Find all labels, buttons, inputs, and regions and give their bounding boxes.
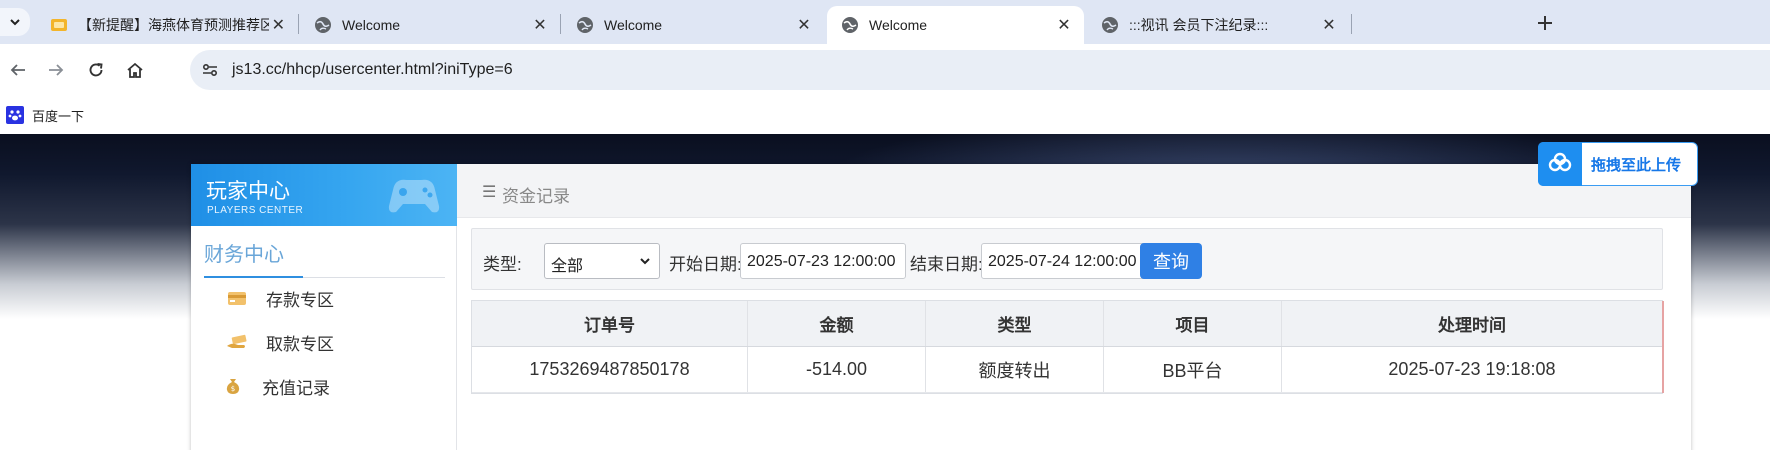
svg-text:$: $	[231, 385, 235, 393]
sidebar-item-label: 取款专区	[266, 334, 334, 354]
table-row[interactable]: 1753269487850178 -514.00 额度转出 BB平台 2025-…	[472, 347, 1662, 393]
sidebar-item-deposit[interactable]: 存款专区	[226, 285, 334, 311]
column-header-item[interactable]: 项目	[1104, 301, 1282, 346]
sidebar-header: 玩家中心 PLAYERS CENTER	[191, 164, 457, 226]
cell-time: 2025-07-23 19:18:08	[1388, 359, 1556, 379]
tab-3-active[interactable]: Welcome ✕	[827, 6, 1084, 44]
globe-icon	[841, 16, 859, 34]
home-icon	[127, 62, 143, 78]
close-icon[interactable]: ✕	[1319, 15, 1339, 35]
tab-bar: 【新提醒】海燕体育预测推荐区 ✕ Welcome ✕ Welcome ✕ Wel…	[0, 0, 1770, 44]
baidu-paw-icon	[6, 106, 24, 124]
column-header-time[interactable]: 处理时间	[1282, 301, 1662, 346]
close-icon[interactable]: ✕	[1054, 15, 1074, 35]
browser-toolbar: js13.cc/hhcp/usercenter.html?iniType=6	[0, 44, 1770, 96]
gamepad-icon	[388, 179, 440, 213]
sidebar-section-title: 财务中心	[204, 244, 284, 266]
type-label: 类型:	[483, 255, 522, 274]
tab-title: 【新提醒】海燕体育预测推荐区	[78, 17, 269, 33]
close-icon[interactable]: ✕	[269, 15, 288, 35]
reload-icon	[89, 63, 103, 77]
address-bar[interactable]: js13.cc/hhcp/usercenter.html?iniType=6	[190, 50, 1770, 90]
close-icon[interactable]: ✕	[794, 15, 814, 35]
forward-button[interactable]	[42, 56, 70, 84]
globe-icon	[314, 16, 332, 34]
chevron-down-icon	[10, 19, 20, 26]
plus-icon	[1538, 16, 1552, 30]
content-header: ☰ 资金记录	[457, 164, 1691, 218]
bookmarks-bar: 百度一下	[0, 96, 1770, 134]
url-text: js13.cc/hhcp/usercenter.html?iniType=6	[232, 61, 513, 78]
cell-order-no: 1753269487850178	[472, 347, 748, 392]
hand-cash-icon	[226, 333, 248, 351]
arrow-right-icon	[49, 64, 64, 76]
column-header-type[interactable]: 类型	[926, 301, 1104, 346]
tab-1[interactable]: Welcome ✕	[300, 6, 560, 44]
new-tab-button[interactable]	[1532, 10, 1558, 36]
start-date-value: 2025-07-23 12:00:00	[747, 253, 896, 270]
back-button[interactable]	[4, 56, 32, 84]
bookmark-label: 百度一下	[32, 108, 85, 124]
main-content: ☰ 资金记录 类型: 全部 开始日期: 2025-07-23 12:00:00 …	[457, 164, 1691, 450]
section-active-underline	[204, 276, 303, 278]
wallet-icon	[226, 289, 248, 307]
column-header-amount[interactable]: 金额	[748, 301, 926, 346]
tab-search-button[interactable]	[0, 8, 30, 36]
sidebar-subtitle: PLAYERS CENTER	[207, 205, 304, 216]
folder-chat-icon	[50, 16, 68, 34]
sidebar-item-label: 存款专区	[266, 290, 334, 310]
tab-title: :::视讯 会员下注纪录:::	[1129, 17, 1269, 33]
start-date-label: 开始日期:	[669, 255, 742, 274]
tab-divider	[1351, 14, 1352, 34]
filter-bar: 类型: 全部 开始日期: 2025-07-23 12:00:00 结束日期: 2…	[471, 228, 1663, 290]
upload-label: 拖拽至此上传	[1591, 156, 1682, 174]
globe-icon	[1101, 16, 1119, 34]
reload-button[interactable]	[82, 56, 110, 84]
sidebar-title: 玩家中心	[206, 180, 290, 203]
sidebar-item-withdraw[interactable]: 取款专区	[226, 329, 334, 355]
money-bag-icon: $	[222, 377, 244, 395]
query-button[interactable]: 查询	[1140, 243, 1202, 279]
tab-0[interactable]: 【新提醒】海燕体育预测推荐区 ✕	[36, 6, 298, 44]
sidebar: 玩家中心 PLAYERS CENTER 财务中心 存款专区 取款专区 $ 充值记…	[191, 164, 457, 450]
tab-title: Welcome	[869, 17, 928, 33]
end-date-label: 结束日期:	[910, 255, 983, 274]
start-date-input[interactable]: 2025-07-23 12:00:00	[740, 243, 906, 279]
arrow-left-icon	[10, 64, 25, 76]
column-header-order-no[interactable]: 订单号	[472, 301, 748, 346]
cell-item: BB平台	[1104, 347, 1282, 392]
end-date-input[interactable]: 2025-07-24 12:00:00	[981, 243, 1147, 279]
table-header: 订单号 金额 类型 项目 处理时间	[472, 301, 1662, 347]
sidebar-item-label: 充值记录	[262, 378, 330, 398]
cloud-share-icon	[1538, 142, 1582, 186]
tab-title: Welcome	[604, 17, 663, 33]
type-select-value: 全部	[551, 258, 584, 275]
tab-title: Welcome	[342, 17, 401, 33]
user-center-panel: 玩家中心 PLAYERS CENTER 财务中心 存款专区 取款专区 $ 充值记…	[191, 164, 1691, 450]
page-viewport: 玩家中心 PLAYERS CENTER 财务中心 存款专区 取款专区 $ 充值记…	[0, 134, 1770, 450]
close-icon[interactable]: ✕	[530, 15, 550, 35]
table-edge	[1662, 301, 1664, 393]
tab-divider	[298, 14, 299, 34]
home-button[interactable]	[121, 56, 149, 84]
tab-2[interactable]: Welcome ✕	[562, 6, 824, 44]
globe-icon	[576, 16, 594, 34]
chevron-down-icon	[640, 258, 650, 265]
page-title: 资金记录	[502, 187, 570, 206]
tab-divider	[560, 14, 561, 34]
type-select[interactable]: 全部	[544, 243, 660, 279]
cell-type: 额度转出	[926, 347, 1104, 392]
records-table: 订单号 金额 类型 项目 处理时间 1753269487850178 -514.…	[471, 300, 1664, 394]
cell-amount: -514.00	[748, 347, 926, 392]
end-date-value: 2025-07-24 12:00:00	[988, 253, 1137, 270]
site-info-icon[interactable]	[196, 56, 224, 84]
tab-4[interactable]: :::视讯 会员下注纪录::: ✕	[1087, 6, 1349, 44]
bookmark-baidu[interactable]: 百度一下	[6, 104, 84, 126]
drag-upload-button[interactable]: 拖拽至此上传	[1538, 142, 1698, 186]
sidebar-item-recharge-records[interactable]: $ 充值记录	[222, 373, 330, 399]
menu-icon: ☰	[482, 184, 497, 201]
